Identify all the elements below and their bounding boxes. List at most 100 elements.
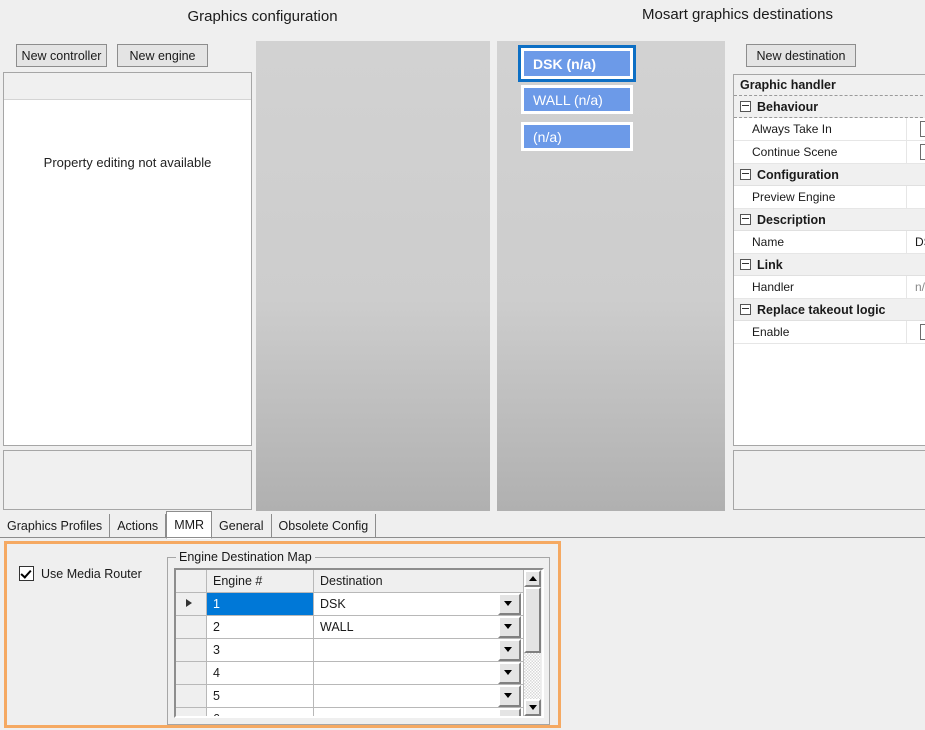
table-row[interactable]: 3 [176,639,523,662]
chevron-up-icon [529,576,537,581]
property-value[interactable] [907,321,925,343]
destination-dropdown-button[interactable] [498,616,521,638]
destination-button-na[interactable]: (n/a) [521,122,633,151]
property-name: Name [734,231,907,253]
grid-header-row: Engine #Destination [176,570,523,593]
collapse-expander-icon[interactable] [740,259,751,270]
property-grid-body: Behaviour Always Take InContinue Scene Con… [734,96,925,344]
engine-destination-map-title: Engine Destination Map [176,550,315,564]
property-row[interactable]: NameDSK [734,231,925,254]
table-row[interactable]: 5 [176,685,523,708]
property-value[interactable] [907,141,925,163]
cell-destination[interactable] [314,708,523,716]
row-selector-cell[interactable] [176,639,207,661]
property-checkbox[interactable] [920,121,925,137]
property-name: Always Take In [734,118,907,140]
grid-scrollbar[interactable] [523,570,542,716]
use-media-router-label: Use Media Router [41,567,142,581]
property-category[interactable]: Configuration [734,164,925,186]
cell-engine-number[interactable]: 4 [207,662,314,684]
property-category-label: Link [757,258,783,272]
property-editing-panel: Property editing not available [3,72,252,446]
property-name: Handler [734,276,907,298]
tab-actions[interactable]: Actions [110,514,166,538]
collapse-expander-icon[interactable] [740,214,751,225]
cell-destination[interactable] [314,639,523,661]
property-row[interactable]: Enable [734,321,925,344]
table-row[interactable]: 4 [176,662,523,685]
destination-dropdown-button[interactable] [498,708,521,716]
property-checkbox[interactable] [920,144,925,160]
collapse-expander-icon[interactable] [740,101,751,112]
property-value[interactable]: DSK [907,231,925,253]
cell-engine-number[interactable]: 1 [207,593,314,615]
table-row[interactable]: 6 [176,708,523,716]
row-selector-cell[interactable] [176,662,207,684]
property-category[interactable]: Behaviour [734,96,925,118]
tab-graphics-profiles[interactable]: Graphics Profiles [0,514,110,538]
use-media-router-row[interactable]: Use Media Router [19,566,142,581]
row-selector-cell[interactable] [176,708,207,716]
tab-strip: Graphics ProfilesActionsMMRGeneralObsole… [0,516,925,538]
current-row-arrow-icon [186,599,192,607]
table-row[interactable]: 1 DSK [176,593,523,616]
property-value[interactable] [907,186,925,208]
property-category[interactable]: Link [734,254,925,276]
destination-dropdown-button[interactable] [498,639,521,661]
cell-destination-text: DSK [320,597,346,611]
row-selector-cell[interactable] [176,685,207,707]
cell-engine-number[interactable]: 2 [207,616,314,638]
controller-list-placeholder[interactable] [256,41,490,511]
destination-dropdown-button[interactable] [498,662,521,684]
destination-button-wall[interactable]: WALL (n/a) [521,85,633,114]
cell-engine-number[interactable]: 5 [207,685,314,707]
scrollbar-thumb[interactable] [524,587,541,653]
column-header-destination[interactable]: Destination [314,570,523,592]
grid-rows-container: Engine #Destination1 DSK 2 WALL 3456 [176,570,523,716]
destination-button-dsk[interactable]: DSK (n/a) [521,48,633,79]
tab-general[interactable]: General [212,514,271,538]
property-category-label: Description [757,213,826,227]
property-category-label: Behaviour [757,100,818,114]
use-media-router-checkbox[interactable] [19,566,34,581]
property-row[interactable]: Handlern/a [734,276,925,299]
grid-header-gutter [176,570,207,592]
property-name: Preview Engine [734,186,907,208]
cell-destination[interactable]: DSK [314,593,523,615]
property-checkbox[interactable] [920,324,925,340]
property-name: Continue Scene [734,141,907,163]
property-category-label: Configuration [757,168,839,182]
property-category[interactable]: Replace takeout logic [734,299,925,321]
property-category[interactable]: Description [734,209,925,231]
column-header-engine[interactable]: Engine # [207,570,314,592]
cell-engine-number[interactable]: 3 [207,639,314,661]
cell-engine-number[interactable]: 6 [207,708,314,716]
destination-dropdown-button[interactable] [498,685,521,707]
destination-dropdown-button[interactable] [498,593,521,615]
property-row[interactable]: Preview Engine [734,186,925,209]
scroll-down-button[interactable] [524,699,541,716]
property-value[interactable] [907,118,925,140]
tab-mmr[interactable]: MMR [166,511,212,539]
tab-obsolete-config[interactable]: Obsolete Config [272,514,377,538]
new-destination-button[interactable]: New destination [746,44,856,67]
cell-destination-text: WALL [320,620,354,634]
collapse-expander-icon[interactable] [740,304,751,315]
table-row[interactable]: 2 WALL [176,616,523,639]
cell-destination[interactable]: WALL [314,616,523,638]
property-row[interactable]: Continue Scene [734,141,925,164]
cell-destination[interactable] [314,662,523,684]
property-value[interactable]: n/a [907,276,925,298]
row-selector-cell[interactable] [176,616,207,638]
tab-strip-divider [0,537,925,538]
new-controller-button[interactable]: New controller [16,44,107,67]
graphic-handler-property-grid: Graphic handler BehaviourAlways Take InC… [733,74,925,446]
scroll-up-button[interactable] [524,570,541,587]
new-engine-button[interactable]: New engine [117,44,208,67]
engine-destination-grid[interactable]: Engine #Destination1 DSK 2 WALL 3456 [174,568,544,718]
graphics-configuration-title: Graphics configuration [110,8,415,25]
property-row[interactable]: Always Take In [734,118,925,141]
collapse-expander-icon[interactable] [740,169,751,180]
cell-destination[interactable] [314,685,523,707]
row-selector-cell[interactable] [176,593,207,615]
